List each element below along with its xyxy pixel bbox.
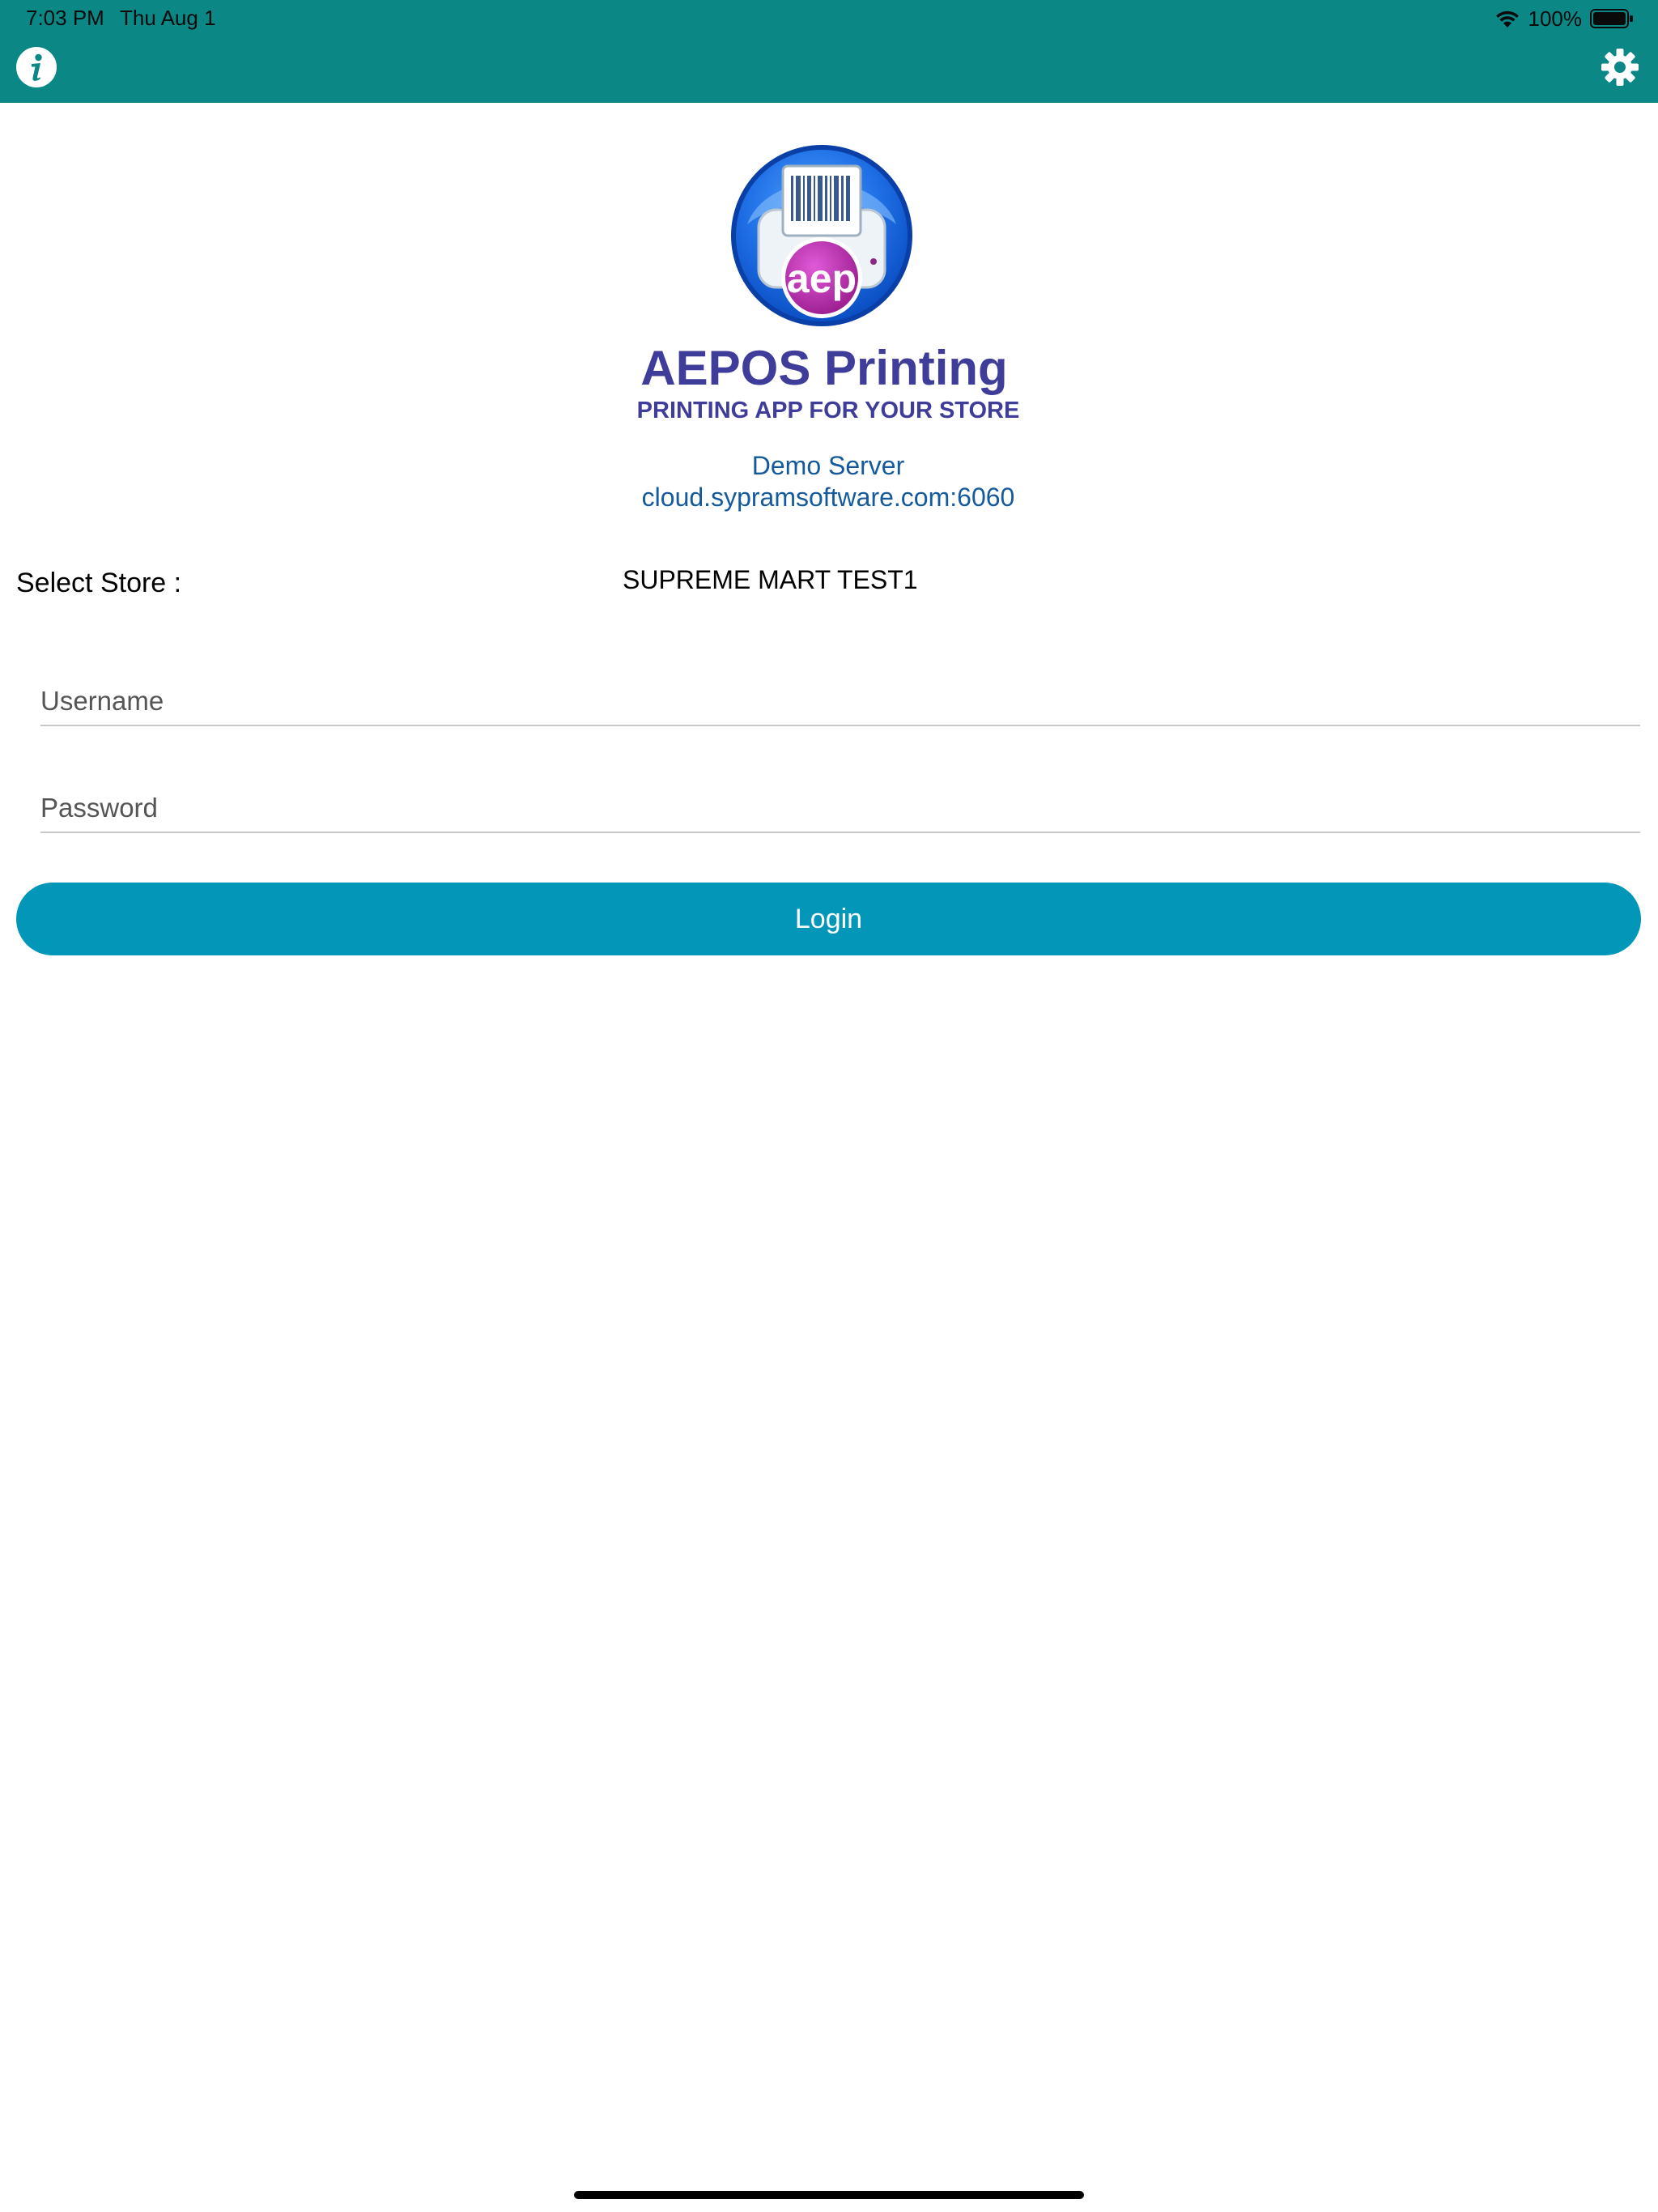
- app-logo: aep: [729, 143, 914, 328]
- status-time: 7:03 PM: [26, 6, 104, 30]
- select-store-label: Select Store :: [16, 568, 182, 598]
- battery-percent: 100%: [1528, 6, 1583, 31]
- login-button[interactable]: Login: [16, 883, 1641, 955]
- barcode-printer-logo: aep: [731, 145, 912, 326]
- battery-icon: [1590, 9, 1633, 28]
- app-subtitle: PRINTING APP FOR YOUR STORE: [636, 398, 1020, 423]
- info-button[interactable]: [15, 46, 57, 88]
- username-field[interactable]: [40, 678, 1640, 726]
- server-url: cloud.sypramsoftware.com:6060: [641, 483, 1015, 512]
- home-indicator[interactable]: [574, 2191, 1084, 2199]
- wifi-icon: [1495, 11, 1519, 28]
- password-field[interactable]: [40, 785, 1640, 833]
- store-selector[interactable]: SUPREME MART TEST1: [623, 565, 918, 595]
- login-screen: 7:03 PM Thu Aug 1 100% aep AEPOS Printin…: [0, 0, 1658, 2212]
- info-icon: [16, 47, 57, 87]
- settings-button[interactable]: [1601, 48, 1639, 87]
- status-indicators: 100%: [1494, 5, 1635, 32]
- gear-icon: [1601, 49, 1639, 86]
- logo-letters: aep: [787, 256, 857, 301]
- app-title: AEPOS Printing: [640, 341, 1008, 395]
- top-bar: 7:03 PM Thu Aug 1 100%: [0, 0, 1658, 103]
- status-date: Thu Aug 1: [120, 6, 216, 30]
- server-name: Demo Server: [751, 451, 905, 480]
